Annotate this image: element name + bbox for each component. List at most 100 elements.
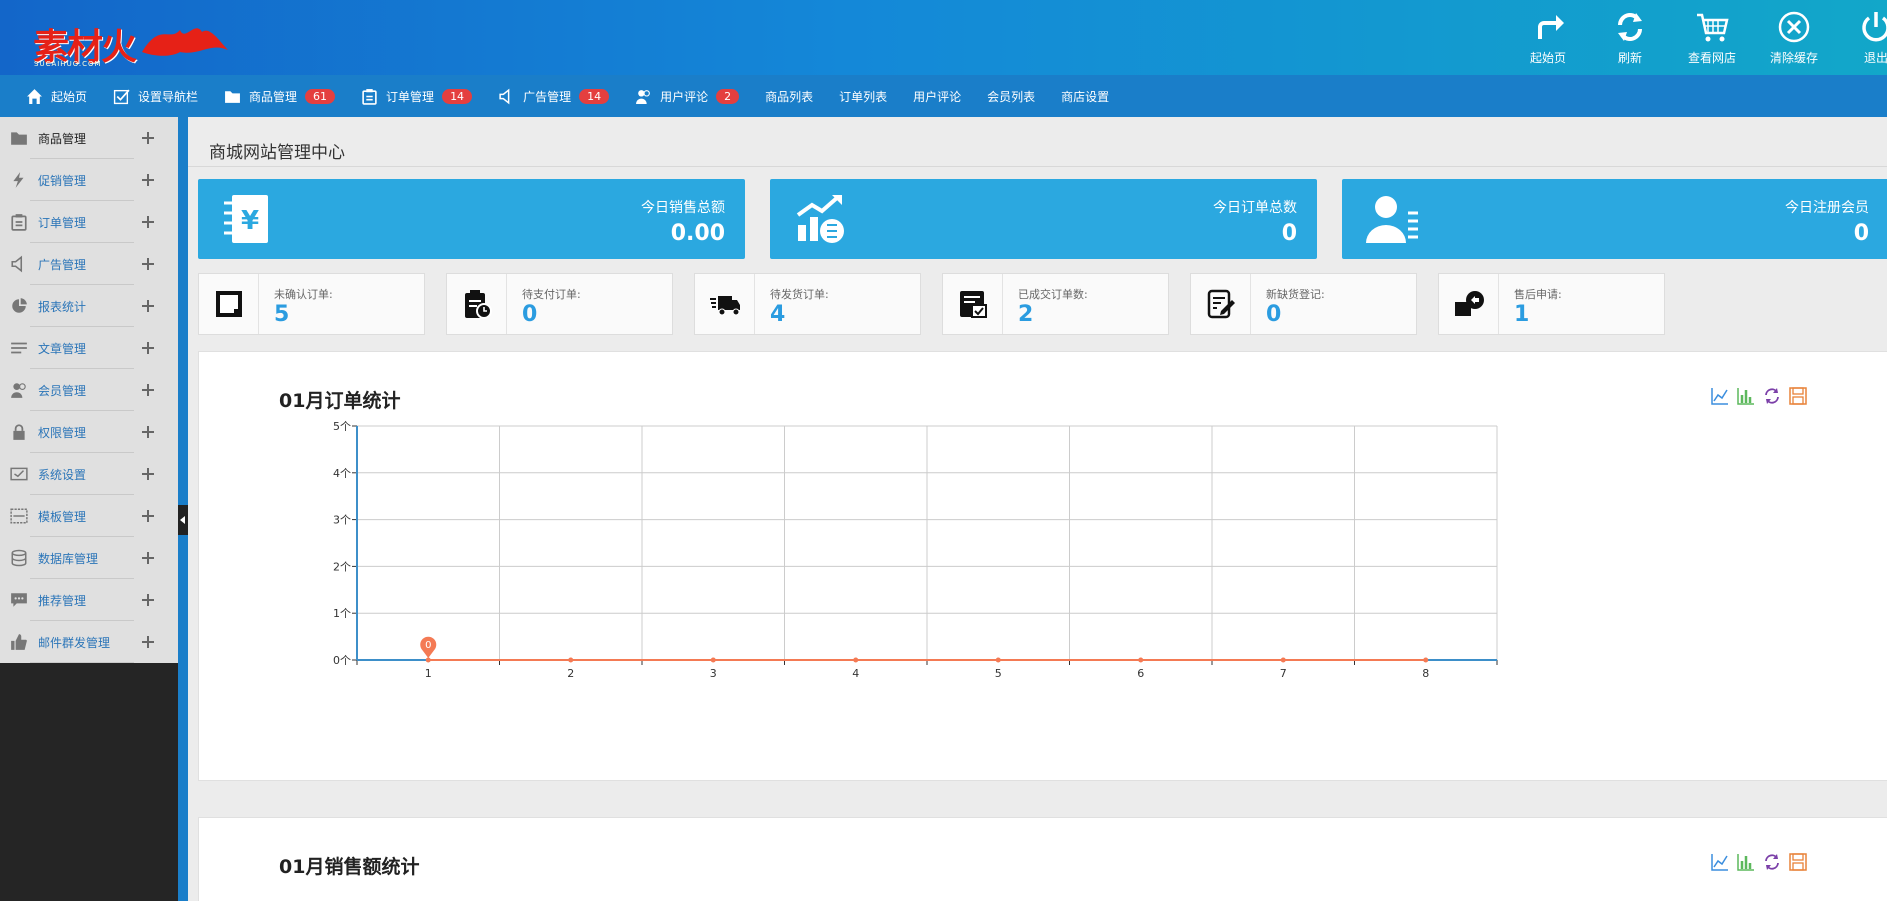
x-tick-label: 7 <box>1280 667 1287 680</box>
nav-order-list[interactable]: 订单列表 <box>839 88 887 105</box>
nav-shop-settings[interactable]: 商店设置 <box>1061 88 1109 105</box>
view-shop-button[interactable]: 查看网店 <box>1671 0 1753 75</box>
sidebar-item-ads[interactable]: 广告管理 <box>0 243 178 285</box>
sidebar-item-goods[interactable]: 商品管理 <box>0 117 178 159</box>
svg-text:¥: ¥ <box>241 206 259 236</box>
refresh-button[interactable]: 刷新 <box>1589 0 1671 75</box>
clear-cache-button[interactable]: 清除缓存 <box>1753 0 1835 75</box>
x-tick-label: 8 <box>1422 667 1429 680</box>
sidebar-item-promotion[interactable]: 促销管理 <box>0 159 178 201</box>
expand-icon[interactable] <box>142 132 154 144</box>
y-tick-label: 3个 <box>333 514 351 527</box>
mini-stat-out-of-stock[interactable]: 新缺货登记: 0 <box>1190 273 1417 335</box>
save-icon[interactable] <box>1788 386 1808 406</box>
expand-icon[interactable] <box>142 636 154 648</box>
data-point <box>568 657 574 663</box>
expand-icon[interactable] <box>142 552 154 564</box>
expand-icon[interactable] <box>142 216 154 228</box>
bar-chart-icon[interactable] <box>1736 386 1756 406</box>
mini-stat-completed[interactable]: 已成交订单数: 2 <box>942 273 1169 335</box>
sidebar-item-members[interactable]: 会员管理 <box>0 369 178 411</box>
data-point <box>710 657 716 663</box>
start-page-button[interactable]: 起始页 <box>1507 0 1589 75</box>
x-tick-label: 2 <box>567 667 574 680</box>
nav-goods-label: 商品管理 <box>249 89 298 104</box>
expand-icon[interactable] <box>142 174 154 186</box>
yen-notebook-icon: ¥ <box>224 195 268 243</box>
clipboard-icon <box>11 214 27 231</box>
sidebar-item-recommend[interactable]: 推荐管理 <box>0 579 178 621</box>
sidebar-menu: 商品管理 促销管理 订单管理 广告管理 报表统计 文章管理 会员管理 权限管理 … <box>0 117 178 663</box>
clipboard-clock-icon <box>464 290 492 319</box>
edit-document-icon <box>1207 289 1235 319</box>
sidebar-item-label: 广告管理 <box>38 257 87 272</box>
nav-comments[interactable]: 用户评论 2 <box>635 88 740 105</box>
template-icon <box>10 508 28 524</box>
nav-ads[interactable]: 广告管理 14 <box>498 88 610 105</box>
save-icon[interactable] <box>1788 852 1808 872</box>
bar-chart-icon[interactable] <box>1736 852 1756 872</box>
stat-value: 0 <box>1853 221 1869 246</box>
power-icon <box>1862 12 1887 42</box>
start-page-label: 起始页 <box>1529 51 1566 65</box>
mini-stat-label: 已成交订单数: <box>1018 288 1088 301</box>
expand-icon[interactable] <box>142 468 154 480</box>
sidebar-item-orders[interactable]: 订单管理 <box>0 201 178 243</box>
nav-user-comments[interactable]: 用户评论 <box>913 88 961 105</box>
restore-icon[interactable] <box>1762 386 1782 406</box>
sidebar-item-templates[interactable]: 模板管理 <box>0 495 178 537</box>
sidebar-item-system[interactable]: 系统设置 <box>0 453 178 495</box>
nav-orders[interactable]: 订单管理 14 <box>361 88 473 105</box>
sidebar-item-mail[interactable]: 邮件群发管理 <box>0 621 178 663</box>
nav-goods-badge: 61 <box>305 88 336 104</box>
mini-stat-to-ship[interactable]: 待发货订单: 4 <box>694 273 921 335</box>
nav-comments-badge: 2 <box>716 88 740 104</box>
sidebar-item-articles[interactable]: 文章管理 <box>0 327 178 369</box>
sidebar-item-reports[interactable]: 报表统计 <box>0 285 178 327</box>
expand-icon[interactable] <box>142 384 154 396</box>
order-stats-panel: 01月订单统计 0个 1个 2个 3个 4个 5个 1 2 3 4 5 6 7 8 0 <box>198 351 1887 781</box>
nav-member-list[interactable]: 会员列表 <box>987 88 1035 105</box>
nav-set-navigation[interactable]: 设置导航栏 <box>113 88 198 105</box>
refresh-icon <box>1618 13 1642 41</box>
nav-bar: 起始页 设置导航栏 商品管理 61 订单管理 14 广告管理 14 用户评论 2… <box>0 75 1887 117</box>
sidebar-item-permissions[interactable]: 权限管理 <box>0 411 178 453</box>
collapse-sidebar-toggle[interactable] <box>178 505 188 535</box>
nav-orders-label: 订单管理 <box>386 89 435 104</box>
return-box-icon <box>1454 291 1484 316</box>
mini-stat-after-sales[interactable]: 售后申请: 1 <box>1438 273 1665 335</box>
users-icon <box>11 383 26 398</box>
expand-icon[interactable] <box>142 258 154 270</box>
expand-icon[interactable] <box>142 300 154 312</box>
expand-icon[interactable] <box>142 594 154 606</box>
line-chart-icon[interactable] <box>1710 852 1730 872</box>
icon-box <box>695 274 755 334</box>
nav-ads-label: 广告管理 <box>523 89 572 104</box>
y-tick-label: 0个 <box>333 654 351 667</box>
expand-icon[interactable] <box>142 510 154 522</box>
nav-user-comments-label: 用户评论 <box>913 89 962 104</box>
mini-stat-value: 0 <box>1266 302 1282 327</box>
mini-stat-unconfirmed[interactable]: 未确认订单: 5 <box>198 273 425 335</box>
expand-icon[interactable] <box>142 426 154 438</box>
nav-goods-list[interactable]: 商品列表 <box>765 88 813 105</box>
mini-stat-value: 1 <box>1514 302 1530 327</box>
mini-stat-unpaid[interactable]: 待支付订单: 0 <box>446 273 673 335</box>
sidebar-item-database[interactable]: 数据库管理 <box>0 537 178 579</box>
nav-home[interactable]: 起始页 <box>26 88 87 105</box>
restore-icon[interactable] <box>1762 852 1782 872</box>
x-tick-label: 6 <box>1137 667 1144 680</box>
icon-box <box>1191 274 1251 334</box>
y-tick-label: 2个 <box>333 560 351 573</box>
icon-box <box>447 274 507 334</box>
logout-button[interactable]: 退出 <box>1835 0 1887 75</box>
x-tick-label: 4 <box>852 667 859 680</box>
y-tick-label: 4个 <box>333 467 351 480</box>
expand-icon[interactable] <box>142 342 154 354</box>
line-chart-icon[interactable] <box>1710 386 1730 406</box>
nav-goods[interactable]: 商品管理 61 <box>224 88 336 105</box>
cart-icon <box>1697 13 1729 42</box>
stat-label: 今日注册会员 <box>1785 200 1869 216</box>
nav-home-label: 起始页 <box>51 89 88 104</box>
sidebar-item-label: 报表统计 <box>38 299 87 314</box>
